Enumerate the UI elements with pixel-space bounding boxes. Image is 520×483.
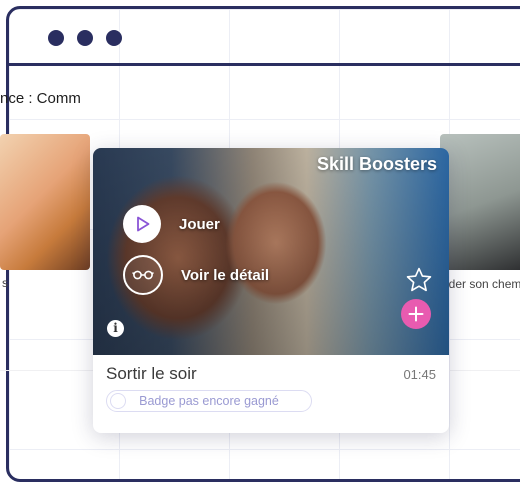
window-dot-icon bbox=[48, 30, 64, 46]
video-thumbnail-left[interactable] bbox=[0, 134, 90, 270]
thumbnail-overlay bbox=[93, 148, 449, 355]
play-icon[interactable] bbox=[123, 205, 161, 243]
window-titlebar bbox=[9, 9, 520, 66]
info-icon[interactable]: i bbox=[107, 320, 124, 337]
section-title: nce : Comm bbox=[0, 90, 81, 107]
badge-status: Badge pas encore gagné bbox=[106, 390, 312, 412]
plus-icon bbox=[408, 306, 424, 322]
play-button[interactable]: Jouer bbox=[123, 205, 220, 243]
glasses-icon[interactable] bbox=[123, 255, 163, 295]
video-card-expanded[interactable]: Skill Boosters Jouer Voir le détail i So… bbox=[93, 148, 449, 433]
video-caption-left[interactable]: s bbox=[2, 276, 8, 290]
star-icon[interactable] bbox=[405, 266, 433, 299]
play-label[interactable]: Jouer bbox=[179, 216, 220, 233]
brand-label: Skill Boosters bbox=[316, 154, 437, 174]
window-dot-icon bbox=[106, 30, 122, 46]
view-detail-button[interactable]: Voir le détail bbox=[123, 255, 269, 295]
video-caption-right[interactable]: nder son chem bbox=[442, 277, 520, 291]
video-duration: 01:45 bbox=[403, 367, 436, 382]
add-button[interactable] bbox=[401, 299, 431, 329]
view-detail-label[interactable]: Voir le détail bbox=[181, 267, 269, 284]
video-title[interactable]: Sortir le soir bbox=[106, 364, 197, 384]
window-dot-icon bbox=[77, 30, 93, 46]
badge-label: Badge pas encore gagné bbox=[139, 394, 279, 408]
video-thumbnail[interactable]: Skill Boosters Jouer Voir le détail i bbox=[93, 148, 449, 355]
video-thumbnail-right[interactable] bbox=[440, 134, 520, 270]
